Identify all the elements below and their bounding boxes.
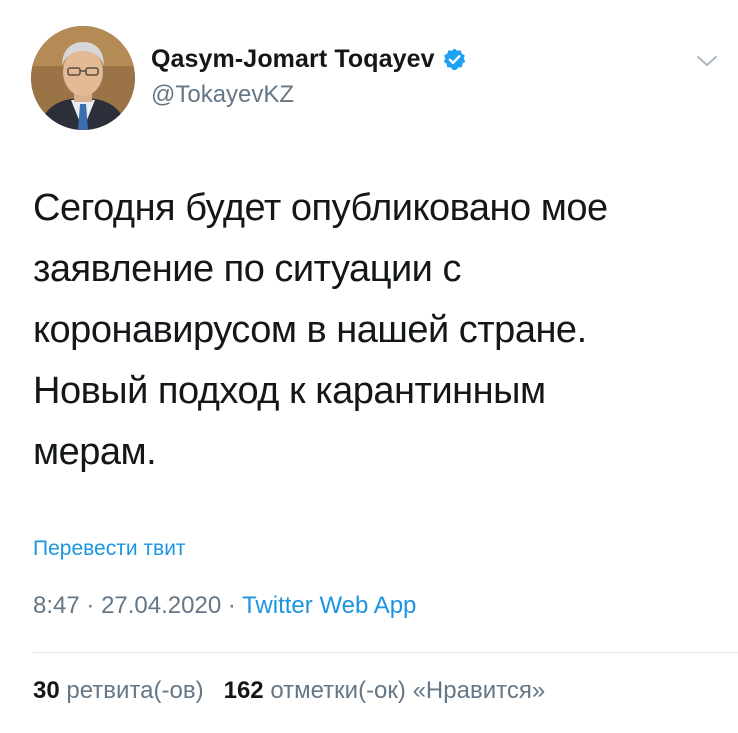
likes-label: отметки(-ок) «Нравится»: [270, 677, 546, 704]
tweet-date[interactable]: 27.04.2020: [101, 592, 221, 619]
author-block: Qasym-Jomart Toqayev @TokayevKZ: [151, 44, 467, 109]
tweet-source-link[interactable]: Twitter Web App: [242, 592, 416, 619]
avatar[interactable]: [31, 26, 135, 130]
retweets-count: 30: [33, 677, 60, 704]
meta-separator: ·: [227, 592, 236, 619]
retweets-label: ретвита(-ов): [66, 677, 204, 704]
verified-badge-icon: [442, 47, 467, 72]
tweet-meta: 8:47 · 27.04.2020 · Twitter Web App: [33, 592, 416, 620]
meta-separator: ·: [86, 592, 95, 619]
likes-count: 162: [223, 677, 264, 704]
translate-tweet-link[interactable]: Перевести твит: [33, 537, 186, 561]
name-row: Qasym-Jomart Toqayev: [151, 44, 467, 74]
author-display-name[interactable]: Qasym-Jomart Toqayev: [151, 45, 435, 74]
tweet-card: Qasym-Jomart Toqayev @TokayevKZ Сегодня …: [0, 0, 738, 733]
retweets-stat[interactable]: 30 ретвита(-ов): [33, 677, 210, 704]
avatar-portrait-image: [31, 26, 135, 130]
tweet-text: Сегодня будет опубликовано мое заявление…: [33, 187, 608, 473]
likes-stat[interactable]: 162 отметки(-ок) «Нравится»: [224, 677, 546, 704]
chevron-down-icon[interactable]: [695, 52, 719, 70]
divider: [33, 652, 738, 653]
tweet-time[interactable]: 8:47: [33, 592, 80, 619]
tweet-stats: 30 ретвита(-ов) 162 отметки(-ок) «Нравит…: [33, 677, 545, 705]
author-handle[interactable]: @TokayevKZ: [151, 81, 467, 109]
